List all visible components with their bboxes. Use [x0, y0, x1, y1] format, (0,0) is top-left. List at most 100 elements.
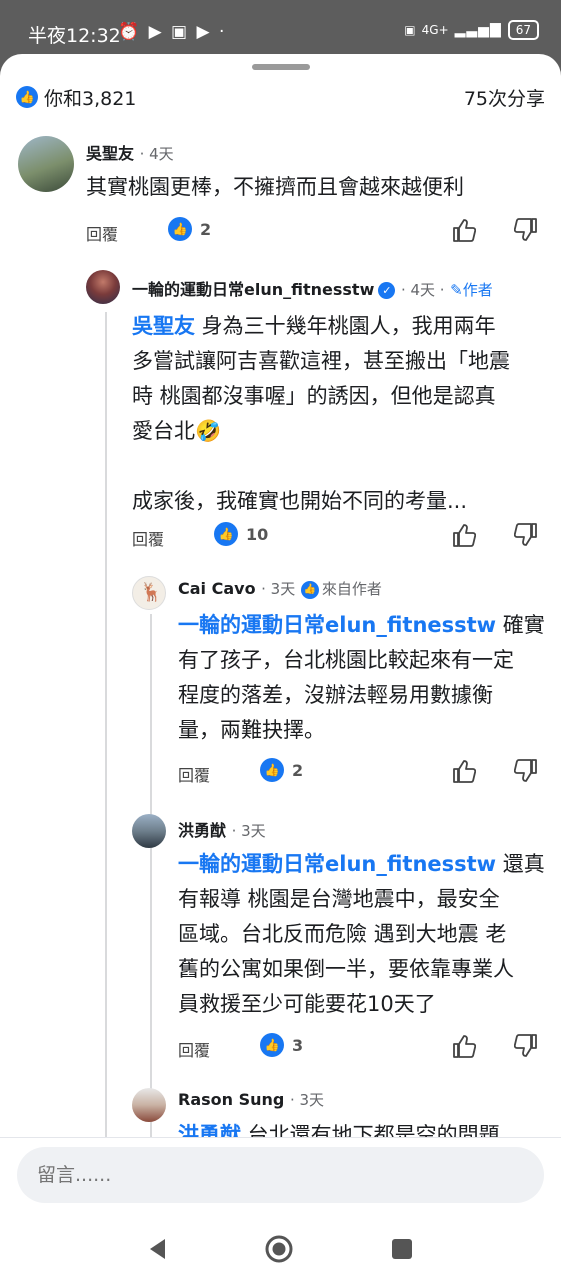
author-badge-label: 作者	[462, 281, 493, 299]
mention-link[interactable]: 吳聖友	[132, 314, 195, 338]
comment-line: 有了孩子，台北桃園比較起來有一定	[178, 648, 514, 672]
like-count[interactable]: 👍 2	[260, 758, 303, 782]
battery-icon: 67	[507, 20, 539, 40]
comment-line: 愛台北🤣	[132, 419, 222, 443]
reaction-count: 你和3,821	[44, 87, 137, 110]
comment-line: 成家後，我確實也開始不同的考量...	[132, 489, 468, 513]
comment-line: 有報導 桃園是台灣地震中，最安全	[178, 887, 500, 911]
thread-line	[105, 312, 107, 1142]
comment-line-text: 身為三十幾年桃園人，我用兩年	[195, 314, 496, 338]
system-nav-bar	[0, 1218, 561, 1280]
like-reaction-icon: 👍	[260, 758, 284, 782]
reply-button[interactable]: 回覆	[132, 526, 164, 550]
signal-icon: ▂▃▅▇	[454, 22, 502, 38]
comment-line: 一輪的運動日常elun_fitnesstw 還真	[178, 847, 546, 882]
comment-line-text: 確實	[496, 613, 545, 637]
comment-author[interactable]: Cai Cavo · 3天 👍 來自作者	[178, 578, 382, 599]
comment-line: 程度的落差，沒辦法輕易用數據衡	[178, 683, 493, 707]
status-right: ▣ 4G+ ▂▃▅▇ 67	[404, 20, 539, 40]
like-count-value: 2	[292, 760, 304, 780]
author-name[interactable]: Rason Sung	[178, 1090, 284, 1109]
avatar[interactable]	[86, 270, 120, 304]
avatar[interactable]: 🦌	[132, 576, 166, 610]
reindeer-icon: 🦌	[140, 582, 163, 603]
comment-time: · 4天	[139, 145, 174, 163]
status-bar: 半夜12:32 ⏰ ▶ ▣ ▶ · ▣ 4G+ ▂▃▅▇ 67	[0, 0, 561, 62]
recents-icon[interactable]	[387, 1234, 417, 1264]
comment-line	[132, 449, 542, 484]
reply-button[interactable]: 回覆	[86, 221, 118, 245]
like-count[interactable]: 👍 10	[214, 522, 268, 546]
mention-link[interactable]: 一輪的運動日常elun_fitnesstw	[178, 852, 496, 876]
comment-text: 其實桃園更棒，不擁擠而且會越來越便利	[86, 175, 464, 199]
comment-line: 多嘗試讓阿吉喜歡這裡，甚至搬出「地震	[132, 349, 510, 373]
thumbs-up-icon[interactable]	[452, 522, 476, 548]
comment-author[interactable]: 一輪的運動日常elun_fitnesstw ✓ · 4天 · ✎作者	[132, 276, 493, 300]
comment-input[interactable]	[17, 1147, 544, 1203]
thumbs-up-icon[interactable]	[452, 217, 476, 243]
comment-line: 一輪的運動日常elun_fitnesstw 確實	[178, 608, 546, 643]
from-author-badge: 👍 來自作者	[300, 580, 382, 599]
like-count-value: 2	[200, 219, 212, 239]
avatar[interactable]	[18, 136, 74, 192]
comment-author[interactable]: 吳聖友 · 4天	[86, 140, 174, 164]
verified-badge-icon: ✓	[378, 282, 396, 299]
author-badge: ✎作者	[450, 281, 493, 299]
volte-icon: ▣	[404, 23, 416, 37]
like-count[interactable]: 👍 3	[260, 1033, 303, 1057]
like-reaction-icon: 👍	[214, 522, 238, 546]
thumbs-up-icon[interactable]	[452, 758, 476, 784]
comment-actions: 回覆 👍 10	[132, 522, 541, 552]
comments-sheet: 👍 你和3,821 75次分享 吳聖友 · 4天 其實桃園更棒，不擁擠而且會越來…	[0, 54, 561, 1280]
thumbs-down-icon[interactable]	[514, 217, 538, 243]
author-name[interactable]: 一輪的運動日常elun_fitnesstw	[132, 280, 374, 299]
thumbs-down-icon[interactable]	[514, 522, 538, 548]
from-author-label: 來自作者	[321, 580, 382, 598]
status-time: 半夜12:32	[28, 25, 121, 47]
comment-author[interactable]: Rason Sung · 3天	[178, 1089, 324, 1110]
pencil-icon: ✎	[450, 281, 463, 299]
like-reaction-icon: 👍	[300, 580, 319, 599]
reply-button[interactable]: 回覆	[178, 762, 210, 786]
like-reaction-icon: 👍	[16, 86, 38, 108]
author-name[interactable]: Cai Cavo	[178, 579, 256, 598]
comment-line: 時 桃園都沒事喔」的誘因，但他是認真	[132, 384, 496, 408]
comment-line-text: 還真	[496, 852, 545, 876]
comment-actions: 回覆 👍 2	[178, 758, 541, 788]
home-icon[interactable]	[264, 1234, 294, 1264]
comment-line: 員救援至少可能要花10天了	[178, 992, 436, 1016]
mention-link[interactable]: 一輪的運動日常elun_fitnesstw	[178, 613, 496, 637]
like-count-value: 10	[246, 524, 269, 544]
comment-line: 舊的公寓如果倒一半，要依靠專業人	[178, 957, 514, 981]
like-count[interactable]: 👍 2	[168, 217, 211, 241]
like-reaction-icon: 👍	[260, 1033, 284, 1057]
comment-time: · 3天	[289, 1091, 325, 1109]
comment-author[interactable]: 洪勇猷 · 3天	[178, 817, 266, 841]
reaction-summary-bar: 👍 你和3,821 75次分享	[16, 84, 545, 110]
comment-line: 區域。台北反而危險 遇到大地震 老	[178, 922, 507, 946]
comment-line: 吳聖友 身為三十幾年桃園人，我用兩年	[132, 309, 542, 344]
author-name[interactable]: 吳聖友	[86, 144, 134, 163]
comment-time: · 3天	[231, 822, 266, 840]
comment-time: · 4天 ·	[400, 281, 445, 299]
reactors[interactable]: 👍 你和3,821	[16, 84, 136, 111]
share-count[interactable]: 75次分享	[464, 84, 545, 111]
reply-button[interactable]: 回覆	[178, 1037, 210, 1061]
sheet-drag-handle[interactable]	[252, 64, 310, 70]
avatar[interactable]	[132, 1088, 166, 1122]
comment-line: 量，兩難抉擇。	[178, 718, 325, 742]
like-count-value: 3	[292, 1035, 304, 1055]
comment-actions: 回覆 👍 2	[86, 217, 541, 247]
author-name[interactable]: 洪勇猷	[178, 821, 226, 840]
thumbs-down-icon[interactable]	[514, 1033, 538, 1059]
thread-line	[150, 614, 152, 1142]
thumbs-up-icon[interactable]	[452, 1033, 476, 1059]
avatar[interactable]	[132, 814, 166, 848]
comment-text: 一輪的運動日常elun_fitnesstw 還真 有報導 桃園是台灣地震中，最安…	[178, 847, 546, 1022]
comment-text: 一輪的運動日常elun_fitnesstw 確實 有了孩子，台北桃園比較起來有一…	[178, 608, 546, 748]
back-icon[interactable]	[143, 1234, 173, 1264]
comment-time: · 3天	[261, 580, 296, 598]
thumbs-down-icon[interactable]	[514, 758, 538, 784]
notification-icons: ⏰ ▶ ▣ ▶ ·	[118, 22, 227, 42]
comment-actions: 回覆 👍 3	[178, 1033, 541, 1063]
